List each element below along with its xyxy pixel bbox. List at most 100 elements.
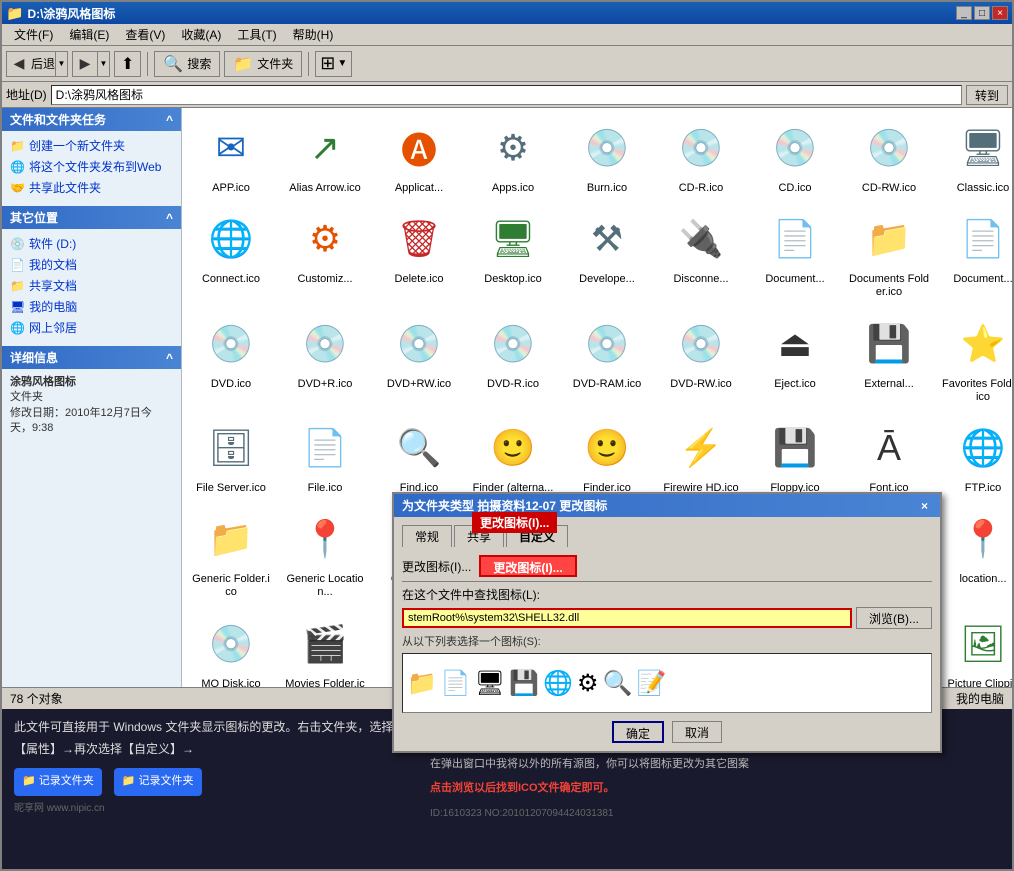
list-item[interactable]: 💿CD-RW.ico <box>844 112 934 199</box>
back-button[interactable]: ◀ 后退 ▼ <box>6 51 68 77</box>
forward-dropdown-icon[interactable]: ▼ <box>97 52 109 76</box>
sidebar-link-new-folder[interactable]: 📁 创建一个新文件夹 <box>10 135 173 156</box>
up-button[interactable]: ⬆ <box>114 51 141 77</box>
back-dropdown-icon[interactable]: ▼ <box>55 52 67 76</box>
list-item[interactable]: 📄Document... <box>750 203 840 303</box>
list-item[interactable]: 💿DVD+RW.ico <box>374 308 464 408</box>
change-icon-button[interactable]: 更改图标(I)... <box>479 555 576 577</box>
folders-label: 文件夹 <box>257 55 293 72</box>
file-icon: 🔌 <box>669 207 733 271</box>
list-item[interactable]: ⏏Eject.ico <box>750 308 840 408</box>
close-button[interactable]: × <box>992 6 1008 20</box>
dialog-tab-general[interactable]: 常规 <box>402 525 452 547</box>
list-item[interactable]: ĀFont.ico <box>844 412 934 499</box>
file-icon: 🙂 <box>481 416 545 480</box>
list-item[interactable]: 🔍Find.ico <box>374 412 464 499</box>
list-item[interactable]: 🙂Finder (alterna... <box>468 412 558 499</box>
dialog-close-button[interactable]: × <box>917 499 932 513</box>
maximize-button[interactable]: □ <box>974 6 990 20</box>
go-button[interactable]: 转到 <box>966 85 1008 105</box>
menu-help[interactable]: 帮助(H) <box>285 24 342 45</box>
list-item[interactable]: 🗑Delete.ico <box>374 203 464 303</box>
sidebar-header-details[interactable]: 详细信息 ^ <box>2 346 181 369</box>
menu-view[interactable]: 查看(V) <box>117 24 173 45</box>
file-icon: 🌐 <box>199 207 263 271</box>
list-item[interactable]: 💾External... <box>844 308 934 408</box>
menu-tools[interactable]: 工具(T) <box>229 24 284 45</box>
file-label: Generic Folder.ico <box>190 573 272 599</box>
ok-button[interactable]: 确定 <box>612 721 664 743</box>
menu-file[interactable]: 文件(F) <box>6 24 61 45</box>
file-icon: 💿 <box>387 312 451 376</box>
sidebar-link-software[interactable]: 💿 软件 (D:) <box>10 233 173 254</box>
icon-path-input[interactable] <box>402 608 852 628</box>
icon-sample-2: 📄 <box>441 669 471 698</box>
sidebar-file-tasks-label: 文件和文件夹任务 <box>10 111 106 128</box>
menu-favorites[interactable]: 收藏(A) <box>173 24 229 45</box>
sidebar-header-other-locations[interactable]: 其它位置 ^ <box>2 206 181 229</box>
list-item[interactable]: 💿DVD+R.ico <box>280 308 370 408</box>
list-item[interactable]: 📍location... <box>938 503 1012 603</box>
list-item[interactable]: 🖼Picture Clipping... <box>938 608 1012 694</box>
sidebar-link-my-docs[interactable]: 📄 我的文档 <box>10 254 173 275</box>
search-button[interactable]: 🔍 搜索 <box>154 51 220 77</box>
sidebar-link-share[interactable]: 🤝 共享此文件夹 <box>10 177 173 198</box>
file-label: CD-R.ico <box>679 182 724 195</box>
list-item[interactable]: 🌐Connect.ico <box>186 203 276 303</box>
file-icon: 📍 <box>951 507 1012 571</box>
list-item[interactable]: ✉APP.ico <box>186 112 276 199</box>
address-input[interactable] <box>51 85 962 105</box>
file-label: CD-RW.ico <box>862 182 916 195</box>
view-dropdown-icon[interactable]: ▼ <box>337 58 347 69</box>
list-item[interactable]: 💿CD.ico <box>750 112 840 199</box>
file-icon: 🖥 <box>951 116 1012 180</box>
window: 📁 D:\涂鸦风格图标 _ □ × 文件(F) 编辑(E) 查看(V) 收藏(A… <box>0 0 1014 871</box>
list-item[interactable]: 🎬Movies Folder.ico <box>280 608 370 694</box>
list-item[interactable]: 🅐Applicat... <box>374 112 464 199</box>
menu-edit[interactable]: 编辑(E) <box>61 24 117 45</box>
list-item[interactable]: 💿DVD.ico <box>186 308 276 408</box>
list-item[interactable]: 💿Burn.ico <box>562 112 652 199</box>
sidebar-link-publish-web[interactable]: 🌐 将这个文件夹发布到Web <box>10 156 173 177</box>
forward-button[interactable]: ▶ ▼ <box>72 51 110 77</box>
list-item[interactable]: 🙂Finder.ico <box>562 412 652 499</box>
list-item[interactable]: 💿DVD-RAM.ico <box>562 308 652 408</box>
browse-button[interactable]: 浏览(B)... <box>856 607 932 629</box>
sidebar-link-network[interactable]: 🌐 网上邻居 <box>10 317 173 338</box>
list-item[interactable]: ⚙Customiz... <box>280 203 370 303</box>
file-icon: ↗ <box>293 116 357 180</box>
list-item[interactable]: 📄File.ico <box>280 412 370 499</box>
minimize-button[interactable]: _ <box>956 6 972 20</box>
list-item[interactable]: 💿DVD-RW.ico <box>656 308 746 408</box>
list-item[interactable]: 💿DVD-R.ico <box>468 308 558 408</box>
view-button[interactable]: ⊞ ▼ <box>315 51 352 77</box>
list-item[interactable]: 📁Documents Folder.ico <box>844 203 934 303</box>
folders-button[interactable]: 📁 文件夹 <box>224 51 302 77</box>
list-item[interactable]: 📄Document... <box>938 203 1012 303</box>
list-item[interactable]: 💿 CD-R.ico <box>656 112 746 199</box>
list-item[interactable]: 🖥Classic.ico <box>938 112 1012 199</box>
list-item[interactable]: ⚒Develope... <box>562 203 652 303</box>
list-item[interactable]: 🔌Disconne... <box>656 203 746 303</box>
icon-list[interactable]: 📁 📄 🖥 💾 🌐 ⚙ 🔍 📝 <box>402 653 932 713</box>
icon-path-row: 浏览(B)... <box>402 607 932 629</box>
sidebar-header-file-tasks[interactable]: 文件和文件夹任务 ^ <box>2 108 181 131</box>
list-item[interactable]: 🖥Desktop.ico <box>468 203 558 303</box>
list-item[interactable]: ⚙Apps.ico <box>468 112 558 199</box>
list-item[interactable]: 📁Generic Folder.ico <box>186 503 276 603</box>
sidebar-link-shared-docs[interactable]: 📁 共享文档 <box>10 275 173 296</box>
file-icon: 🌐 <box>951 416 1012 480</box>
sidebar-file-tasks-chevron: ^ <box>166 113 173 127</box>
cancel-button[interactable]: 取消 <box>672 721 722 743</box>
list-item[interactable]: 🌐FTP.ico <box>938 412 1012 499</box>
list-item[interactable]: 🗄File Server.ico <box>186 412 276 499</box>
file-icon: 💿 <box>669 116 733 180</box>
list-item[interactable]: 💿MO Disk.ico <box>186 608 276 694</box>
list-item[interactable]: 📍Generic Location... <box>280 503 370 603</box>
sidebar-link-my-computer[interactable]: 🖥 我的电脑 <box>10 296 173 317</box>
file-icon: 💿 <box>575 116 639 180</box>
list-item[interactable]: ⭐Favorites Folder.ico <box>938 308 1012 408</box>
list-item[interactable]: 💾Floppy.ico <box>750 412 840 499</box>
list-item[interactable]: ↗Alias Arrow.ico <box>280 112 370 199</box>
list-item[interactable]: ⚡Firewire HD.ico <box>656 412 746 499</box>
